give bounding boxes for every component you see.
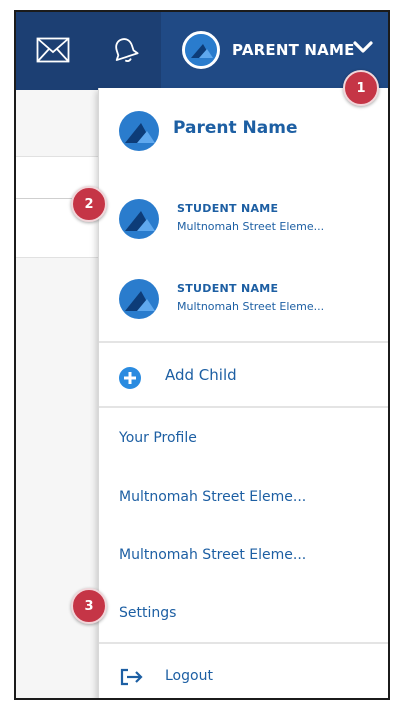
parent-avatar[interactable] xyxy=(119,111,159,151)
student-name[interactable]: STUDENT NAME xyxy=(177,202,278,215)
settings-link[interactable]: Settings xyxy=(119,605,176,621)
student-school[interactable]: Multnomah Street Eleme... xyxy=(177,220,324,233)
envelope-icon[interactable] xyxy=(36,35,70,65)
chevron-down-icon[interactable] xyxy=(352,39,374,59)
student-name[interactable]: STUDENT NAME xyxy=(177,282,278,295)
bell-icon[interactable] xyxy=(108,35,142,65)
school-link[interactable]: Multnomah Street Eleme... xyxy=(119,489,306,505)
account-dropdown-menu: Parent Name STUDENT NAME Multnomah Stree… xyxy=(98,88,388,698)
parent-name[interactable]: Parent Name xyxy=(173,118,297,138)
school-link[interactable]: Multnomah Street Eleme... xyxy=(119,547,306,563)
logout-icon[interactable] xyxy=(119,666,145,692)
annotation-badge: 3 xyxy=(71,588,107,624)
menu-divider xyxy=(99,642,388,644)
top-navigation-bar: PARENT NAME xyxy=(16,12,388,90)
student-avatar[interactable] xyxy=(119,279,159,319)
menu-divider xyxy=(99,341,388,343)
app-window: PARENT NAME Parent Name STUDENT NAME Mul… xyxy=(14,10,390,700)
annotation-badge: 2 xyxy=(71,186,107,222)
account-name[interactable]: PARENT NAME xyxy=(232,41,355,59)
menu-divider xyxy=(99,406,388,408)
your-profile-link[interactable]: Your Profile xyxy=(119,430,197,446)
student-avatar[interactable] xyxy=(119,199,159,239)
add-child-button[interactable]: Add Child xyxy=(165,366,237,384)
plus-circle-icon[interactable] xyxy=(119,367,141,393)
avatar[interactable] xyxy=(182,31,220,69)
logout-button[interactable]: Logout xyxy=(165,668,213,684)
annotation-badge: 1 xyxy=(343,70,379,106)
student-school[interactable]: Multnomah Street Eleme... xyxy=(177,300,324,313)
